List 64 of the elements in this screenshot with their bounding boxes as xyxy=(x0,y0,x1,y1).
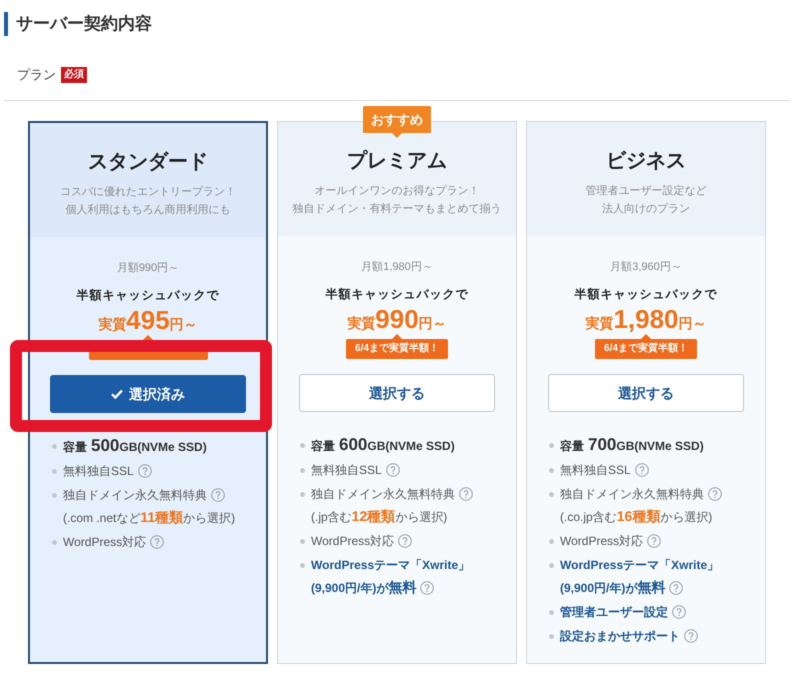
plan-description: 法人向けのプラン xyxy=(602,202,690,217)
bullet-icon xyxy=(300,563,305,568)
feature-text: 容量 600GB(NVMe SSD) xyxy=(311,434,455,456)
section-title: サーバー契約内容 xyxy=(16,13,152,35)
feature-text: 無料独自SSL xyxy=(63,463,134,480)
effective-price: 実質495円～ xyxy=(98,306,198,334)
heading-accent-bar xyxy=(4,12,8,36)
monthly-price: 月額990円～ xyxy=(116,260,180,276)
select-plan-button[interactable]: 選択する xyxy=(548,374,744,412)
feature-text: (.co.jp含む16種類から選択) xyxy=(560,507,712,526)
bullet-icon xyxy=(549,492,554,497)
feature-text: WordPress対応 xyxy=(560,533,644,550)
feature-text: (.com .netなど11種類から選択) xyxy=(63,508,236,527)
bullet-icon xyxy=(549,539,554,544)
bullet-icon xyxy=(549,443,554,448)
feature-text: WordPress対応 xyxy=(311,533,394,550)
plan-name: スタンダード xyxy=(88,150,208,175)
feature-text: 独自ドメイン永久無料特典 xyxy=(311,486,455,503)
bullet-icon xyxy=(549,634,554,639)
cashback-text: 半額キャッシュバックで xyxy=(326,286,468,302)
bullet-icon xyxy=(300,539,305,544)
feature-text: 管理者ユーザー設定 xyxy=(560,604,668,621)
plan-description: 管理者ユーザー設定など xyxy=(586,184,706,199)
plan-name: プレミアム xyxy=(347,148,447,174)
select-plan-button[interactable]: 選択済み xyxy=(50,375,246,413)
cashback-text: 半額キャッシュバックで xyxy=(76,287,220,303)
feature-text: 無料独自SSL xyxy=(311,462,382,479)
feature-text: (.jp含む12種類から選択) xyxy=(311,507,448,526)
bullet-icon xyxy=(52,493,57,498)
feature-text: 容量 700GB(NVMe SSD) xyxy=(560,434,704,456)
recommended-ribbon: おすすめ xyxy=(363,106,431,138)
bullet-icon xyxy=(52,469,57,474)
plan-name: ビジネス xyxy=(606,149,686,174)
cashback-text: 半額キャッシュバックで xyxy=(574,286,718,302)
effective-price: 実質990円～ xyxy=(347,305,447,333)
feature-text: 容量 500GB(NVMe SSD) xyxy=(63,435,207,457)
field-label: プラン xyxy=(17,66,56,84)
feature-text: 独自ドメイン永久無料特典 xyxy=(63,487,207,504)
feature-text: 独自ドメイン永久無料特典 xyxy=(560,486,704,503)
plan-description: コスパに優れたエントリープラン！ xyxy=(60,184,236,200)
feature-text: WordPress対応 xyxy=(63,534,146,551)
required-badge: 必須 xyxy=(61,67,87,83)
bullet-icon xyxy=(300,492,305,497)
plan-description: 独自ドメイン・有料テーマもまとめて揃う xyxy=(292,202,502,217)
bullet-icon xyxy=(52,540,57,545)
bullet-icon xyxy=(300,468,305,473)
monthly-price: 月額1,980円～ xyxy=(361,260,433,275)
feature-text: (9,900円/年)が無料 xyxy=(311,578,416,597)
monthly-price: 月額3,960円～ xyxy=(610,260,682,275)
bullet-icon xyxy=(549,468,554,473)
bullet-icon xyxy=(52,444,57,449)
plan-description: オールインワンのお得なプラン！ xyxy=(314,184,480,199)
select-plan-button[interactable]: 選択する xyxy=(299,374,495,412)
plan-description: 個人利用はもちろん商用利用にも xyxy=(66,202,230,218)
feature-text: 設定おまかせサポート xyxy=(560,628,680,645)
feature-text: (9,900円/年)が無料 xyxy=(560,578,666,597)
effective-price: 実質1,980円～ xyxy=(585,305,707,333)
bullet-icon xyxy=(300,443,305,448)
bullet-icon xyxy=(549,610,554,615)
check-icon xyxy=(111,389,123,399)
feature-text: WordPressテーマ「Xwrite」 xyxy=(311,557,470,574)
feature-text: WordPressテーマ「Xwrite」 xyxy=(560,557,720,574)
bullet-icon xyxy=(549,563,554,568)
feature-text: 無料独自SSL xyxy=(560,462,631,479)
